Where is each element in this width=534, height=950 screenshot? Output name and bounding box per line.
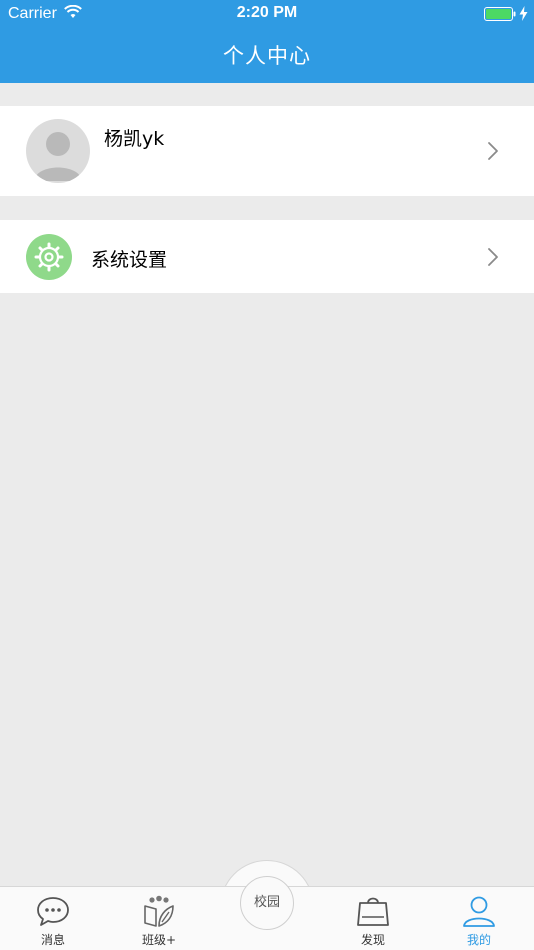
shopping-bag-icon bbox=[357, 897, 389, 926]
tab-label: 我的 bbox=[466, 933, 491, 947]
battery-icon bbox=[484, 7, 516, 21]
page-title: 个人中心 bbox=[223, 44, 311, 68]
campus-center-button[interactable]: 校园 bbox=[240, 876, 294, 930]
settings-row[interactable]: 系统设置 bbox=[0, 220, 534, 293]
header-bar: Carrier 2:20 PM 个人中心 bbox=[0, 0, 534, 83]
settings-label: 系统设置 bbox=[91, 249, 168, 271]
tab-label: 班级+ bbox=[141, 933, 177, 947]
tab-discover[interactable]: 发现 bbox=[320, 887, 426, 950]
chevron-right-icon bbox=[488, 142, 498, 160]
tab-class[interactable]: 班级+ bbox=[106, 887, 212, 950]
tab-label: 发现 bbox=[360, 933, 385, 947]
status-bar: Carrier 2:20 PM bbox=[0, 0, 534, 28]
person-icon bbox=[463, 896, 495, 927]
settings-badge bbox=[26, 234, 72, 280]
status-time: 2:20 PM bbox=[236, 4, 298, 21]
tab-label: 消息 bbox=[40, 933, 65, 947]
charging-bolt-icon bbox=[519, 6, 528, 21]
chevron-right-icon bbox=[488, 248, 498, 266]
profile-row[interactable]: 杨凯yk bbox=[0, 106, 534, 196]
tab-mine[interactable]: 我的 bbox=[426, 887, 532, 950]
profile-name: 杨凯yk bbox=[104, 128, 165, 150]
gear-icon bbox=[34, 242, 64, 272]
default-avatar-icon bbox=[34, 132, 82, 181]
chat-bubble-icon bbox=[37, 897, 69, 926]
avatar bbox=[26, 119, 90, 183]
class-book-icon bbox=[144, 895, 174, 927]
tab-messages[interactable]: 消息 bbox=[0, 887, 106, 950]
